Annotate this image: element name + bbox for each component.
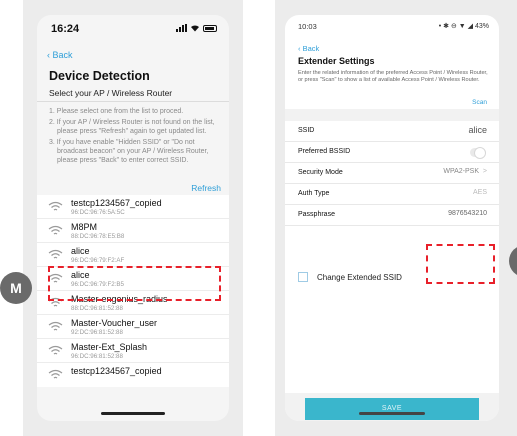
network-item[interactable]: alice 96:DC:96:79:F2:AF: [37, 243, 229, 267]
selected-network-highlight: [48, 266, 221, 301]
page-subtitle: Select your AP / Wireless Router: [49, 88, 173, 98]
extender-settings-screen: 10:03 • ✱ ⊖ ▼ ◢ 43% ‹ Back Extender Sett…: [285, 15, 499, 421]
preferred-bssid-toggle[interactable]: [470, 147, 486, 159]
network-item[interactable]: M8PM 88:DC:96:78:E5:B8: [37, 219, 229, 243]
wifi-icon: [48, 345, 63, 355]
instruction-1: 1. Please select one from the list to pr…: [49, 108, 184, 115]
passphrase-label: Passphrase: [298, 211, 335, 218]
wifi-icon: [48, 225, 63, 235]
section-gap: [285, 109, 499, 121]
network-item[interactable]: Master-Voucher_user 92:DC:96:81:52:88: [37, 315, 229, 339]
wifi-icon: [48, 321, 63, 331]
network-mac: 96:DC:96:81:52:88: [71, 353, 123, 360]
instruction-2: 2. If your AP / Wireless Router is not f…: [49, 119, 215, 135]
save-button[interactable]: SAVE: [305, 398, 479, 420]
home-indicator: [359, 412, 425, 415]
auth-type-value: AES: [472, 189, 487, 196]
network-item[interactable]: testcp1234567_copied: [37, 363, 229, 387]
passphrase-field[interactable]: Passphrase 9876543210: [285, 205, 499, 226]
network-name: alice: [71, 246, 90, 256]
divider: [37, 101, 229, 102]
ssid-field[interactable]: SSID alice: [285, 121, 499, 142]
status-time: 10:03: [298, 22, 317, 31]
page-title: Device Detection: [49, 69, 150, 83]
wifi-status-icon: [191, 25, 199, 32]
auth-type-label: Auth Type: [298, 190, 330, 197]
network-mac: 88:DC:96:81:52:88: [71, 305, 123, 312]
extender-form: SSID alice Preferred BSSID Security Mode…: [285, 121, 499, 226]
back-button[interactable]: ‹ Back: [298, 44, 319, 53]
battery-icon: [203, 24, 217, 32]
wifi-icon: [48, 249, 63, 259]
instructions: 1. Please select one from the list to pr…: [49, 107, 221, 167]
status-bar: 10:03 • ✱ ⊖ ▼ ◢ 43%: [285, 15, 499, 39]
network-name: Master-Ext_Splash: [71, 342, 148, 352]
scan-button[interactable]: Scan: [472, 99, 487, 106]
page-title: Extender Settings: [298, 56, 375, 66]
back-button[interactable]: ‹ Back: [47, 50, 73, 60]
network-mac: 92:DC:96:81:52:88: [71, 329, 123, 336]
wifi-icon: [48, 201, 63, 211]
page-description: Enter the related information of the pre…: [298, 70, 488, 83]
ssid-label: SSID: [298, 127, 315, 134]
back-label: Back: [302, 44, 320, 53]
passphrase-value: 9876543210: [448, 210, 487, 217]
network-name: M8PM: [71, 222, 98, 232]
auth-type-field: Auth Type AES: [285, 184, 499, 205]
preferred-bssid-label: Preferred BSSID: [298, 148, 351, 155]
preferred-bssid-field: Preferred BSSID: [285, 142, 499, 163]
security-mode-value: WPA2-PSK: [443, 168, 480, 175]
home-indicator: [101, 412, 165, 415]
step-marker: M: [0, 272, 32, 304]
network-item[interactable]: testcp1234567_copied 96:DC:96:76:5A:5C: [37, 195, 229, 219]
wifi-icon: [48, 369, 63, 379]
instruction-3: 3. If you have enable "Hidden SSID" or "…: [49, 139, 209, 164]
network-name: testcp1234567_copied: [71, 198, 162, 208]
network-mac: 96:DC:96:79:F2:AF: [71, 257, 125, 264]
status-time: 16:24: [51, 23, 80, 35]
status-icons: • ✱ ⊖ ▼ ◢ 43%: [438, 23, 489, 30]
change-extended-ssid-label: Change Extended SSID: [317, 272, 402, 282]
chevron-right-icon: >: [482, 168, 487, 175]
refresh-button[interactable]: Refresh: [191, 183, 221, 193]
network-name: testcp1234567_copied: [71, 366, 162, 376]
security-mode-field[interactable]: Security Mode WPA2-PSK >: [285, 163, 499, 184]
ssid-value: alice: [468, 125, 487, 135]
status-bar: 16:24: [37, 15, 229, 43]
device-detection-screen: 16:24 ‹ Back Device Detection Select you…: [37, 15, 229, 421]
security-mode-label: Security Mode: [298, 169, 343, 176]
change-extended-ssid-checkbox[interactable]: [298, 272, 308, 282]
network-name: Master-Voucher_user: [71, 318, 158, 328]
passphrase-highlight: [426, 244, 495, 284]
network-mac: 88:DC:96:78:E5:B8: [71, 233, 125, 240]
network-mac: 96:DC:96:76:5A:5C: [71, 209, 125, 216]
network-item[interactable]: Master-Ext_Splash 96:DC:96:81:52:88: [37, 339, 229, 363]
change-extended-ssid-row[interactable]: Change Extended SSID: [298, 272, 402, 282]
back-label: Back: [52, 50, 73, 60]
cellular-signal-icon: [176, 24, 187, 32]
